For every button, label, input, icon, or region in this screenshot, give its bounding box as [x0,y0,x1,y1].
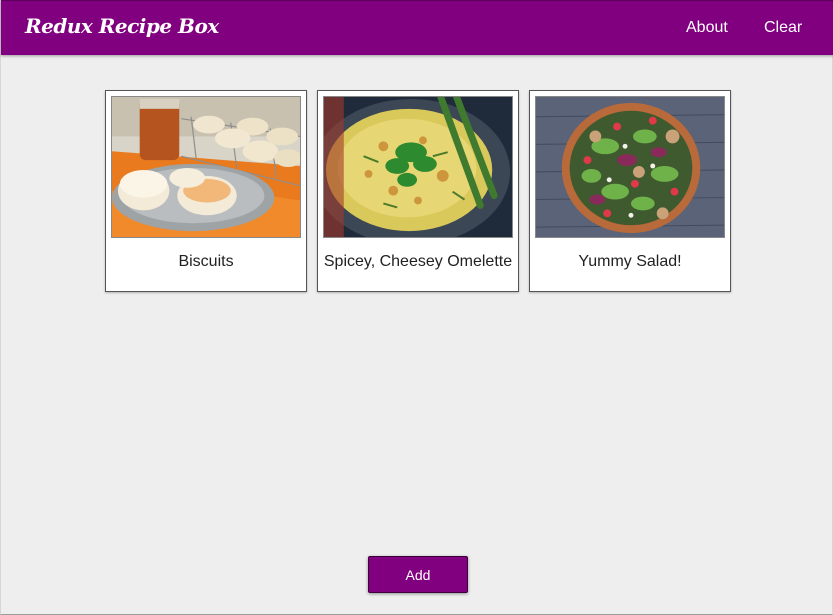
add-recipe-button[interactable]: Add [368,556,468,593]
recipe-title: Yummy Salad! [578,253,682,270]
recipe-card[interactable]: Yummy Salad! [529,90,731,292]
nav-clear-link[interactable]: Clear [764,19,802,37]
recipe-card[interactable]: Biscuits [105,90,307,292]
recipe-title: Spicey, Cheesey Omelette [323,253,513,270]
recipe-title: Biscuits [178,253,234,270]
brand-logo[interactable]: Redux Recipe Box [25,14,219,38]
nav-about-link[interactable]: About [686,19,728,37]
recipe-image-salad [535,96,725,238]
navbar: Redux Recipe Box About Clear [1,0,833,55]
recipe-image-biscuits [111,96,301,238]
recipe-image-omelette [323,96,513,238]
recipe-card[interactable]: Spicey, Cheesey Omelette [317,90,519,292]
